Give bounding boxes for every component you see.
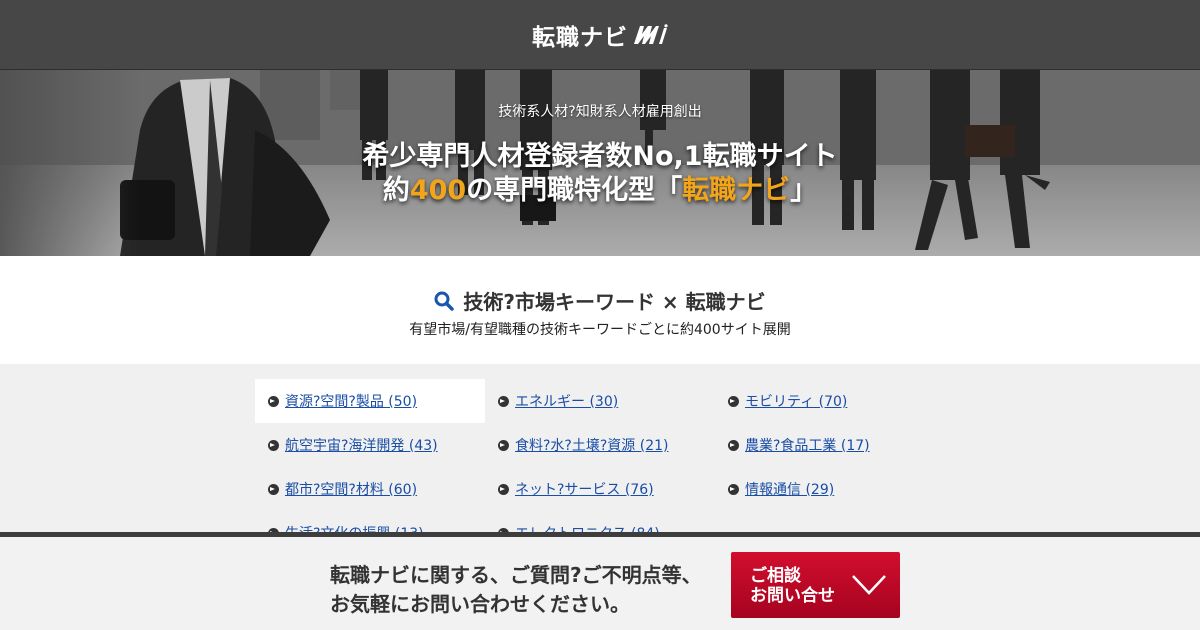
site-logo[interactable]: 転職ナビ xyxy=(532,18,668,52)
hero-count-highlight: 400 xyxy=(409,175,467,206)
arrow-right-icon xyxy=(268,395,279,407)
arrow-right-icon xyxy=(268,483,279,495)
category-list: 資源?空間?製品 (50) エネルギー (30) モビリティ (70) 航空宇宙… xyxy=(0,364,1200,536)
category-item[interactable]: 資源?空間?製品 (50) xyxy=(255,379,485,423)
contact-message-line2: お気軽にお問い合わせください。 xyxy=(330,592,630,616)
category-link[interactable]: 資源?空間?製品 (50) xyxy=(285,391,417,411)
category-link[interactable]: 食料?水?土壌?資源 (21) xyxy=(515,435,668,455)
contact-button[interactable]: ご相談 お問い合せ xyxy=(731,552,900,618)
category-item[interactable]: 情報通信 (29) xyxy=(715,467,945,511)
category-item[interactable]: 航空宇宙?海洋開発 (43) xyxy=(255,423,485,467)
arrow-right-icon xyxy=(268,439,279,451)
hero-title-suffix: 」 xyxy=(790,175,818,206)
category-link[interactable]: ネット?サービス (76) xyxy=(515,479,654,499)
arrow-right-icon xyxy=(498,395,509,407)
chevron-down-icon xyxy=(852,575,886,595)
contact-button-line2: お問い合せ xyxy=(750,586,835,606)
category-item[interactable]: ネット?サービス (76) xyxy=(485,467,715,511)
brand-mark-icon xyxy=(634,23,668,44)
hero-title-line1: 希少専門人材登録者数No,1転職サイト xyxy=(362,141,838,172)
hero-title: 希少専門人材登録者数No,1転職サイト 約400の専門職特化型「転職ナビ」 xyxy=(0,140,1200,208)
arrow-right-icon xyxy=(728,395,739,407)
arrow-right-icon xyxy=(728,483,739,495)
category-link[interactable]: エネルギー (30) xyxy=(515,391,618,411)
category-item[interactable]: エネルギー (30) xyxy=(485,379,715,423)
hero-banner: 技術系人材?知財系人材雇用創出 希少専門人材登録者数No,1転職サイト 約400… xyxy=(0,70,1200,256)
contact-message-line1: 転職ナビに関する、ご質問?ご不明点等、 xyxy=(330,563,702,587)
category-link[interactable]: 航空宇宙?海洋開発 (43) xyxy=(285,435,438,455)
site-header: 転職ナビ xyxy=(0,0,1200,70)
category-item[interactable]: 食料?水?土壌?資源 (21) xyxy=(485,423,715,467)
arrow-right-icon xyxy=(498,439,509,451)
contact-message: 転職ナビに関する、ご質問?ご不明点等、 お気軽にお問い合わせください。 xyxy=(330,561,702,619)
section-description: 有望市場/有望職種の技術キーワードごとに約400サイト展開 xyxy=(409,322,791,338)
hero-title-line2: 約400の専門職特化型「転職ナビ」 xyxy=(0,174,1200,208)
contact-button-label: ご相談 お問い合せ xyxy=(750,566,835,606)
arrow-right-icon xyxy=(728,439,739,451)
category-item[interactable]: モビリティ (70) xyxy=(715,379,945,423)
logo-text: 転職ナビ xyxy=(532,24,628,51)
contact-button-line1: ご相談 xyxy=(750,566,801,586)
arrow-right-icon xyxy=(498,483,509,495)
search-icon xyxy=(434,291,455,311)
hero-brand-highlight: 転職ナビ xyxy=(682,175,791,206)
category-item[interactable]: 農業?食品工業 (17) xyxy=(715,423,945,467)
category-link[interactable]: 情報通信 (29) xyxy=(745,479,834,499)
hero-title-prefix: 約 xyxy=(382,175,410,206)
hero-title-middle: の専門職特化型「 xyxy=(466,175,683,206)
contact-footer-bar: 転職ナビに関する、ご質問?ご不明点等、 お気軽にお問い合わせください。 ご相談 … xyxy=(0,532,1200,630)
category-link[interactable]: 都市?空間?材料 (60) xyxy=(285,479,417,499)
keyword-section-header: 技術?市場キーワード × 転職ナビ 有望市場/有望職種の技術キーワードごとに約4… xyxy=(0,256,1200,364)
section-title: 技術?市場キーワード × 転職ナビ xyxy=(0,286,1200,315)
section-title-text: 技術?市場キーワード × 転職ナビ xyxy=(463,290,766,314)
hero-subtitle: 技術系人材?知財系人材雇用創出 xyxy=(498,104,702,120)
category-item[interactable]: 都市?空間?材料 (60) xyxy=(255,467,485,511)
category-link[interactable]: モビリティ (70) xyxy=(745,391,847,411)
category-link[interactable]: 農業?食品工業 (17) xyxy=(745,435,870,455)
